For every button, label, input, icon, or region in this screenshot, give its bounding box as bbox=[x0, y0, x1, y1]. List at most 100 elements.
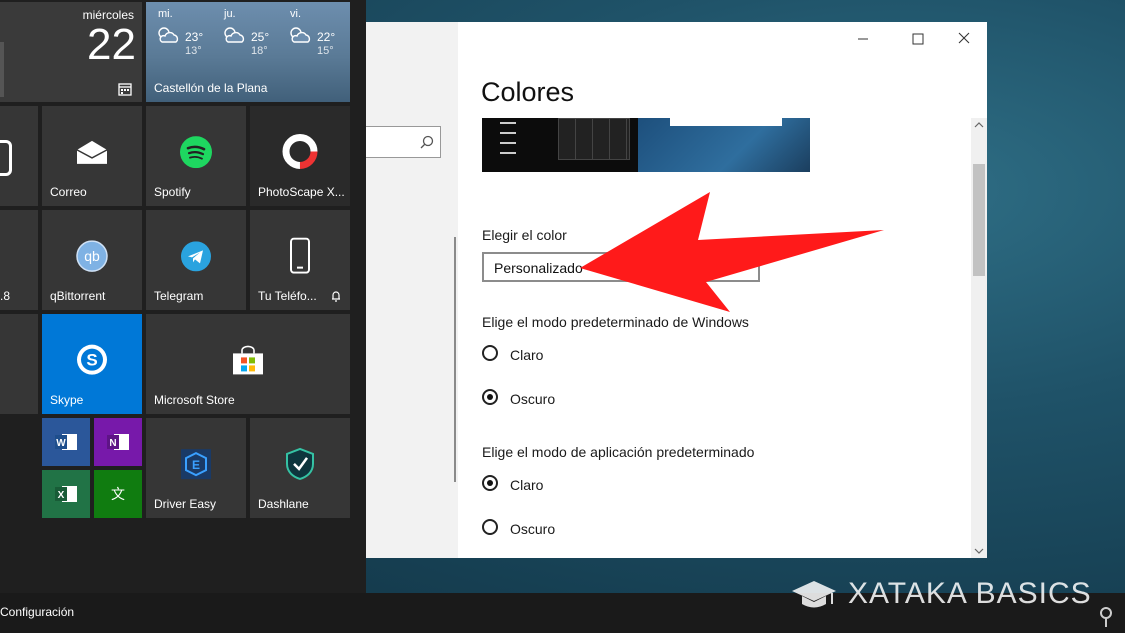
dashlane-icon bbox=[286, 447, 314, 480]
dashlane-tile[interactable]: Dashlane bbox=[250, 418, 350, 518]
svg-text:qb: qb bbox=[84, 248, 100, 264]
partial-tile-left-3[interactable] bbox=[0, 314, 38, 414]
maximize-icon[interactable] bbox=[911, 32, 925, 46]
excel-tile[interactable]: X bbox=[42, 470, 90, 518]
calendar-icon bbox=[118, 83, 132, 96]
photoscape-tile[interactable]: PhotoScape X... bbox=[250, 106, 350, 206]
photoscape-icon bbox=[282, 133, 318, 169]
weather-low: 13° bbox=[185, 45, 202, 57]
app-mode-label: Elige el modo de aplicación predetermina… bbox=[482, 444, 755, 460]
photoscape-label: PhotoScape X... bbox=[258, 185, 345, 199]
windows-mode-claro-label: Claro bbox=[510, 347, 544, 363]
weather-day-1: mi. 23° 13° bbox=[154, 8, 216, 57]
skype-tile[interactable]: S Skype bbox=[42, 314, 142, 414]
spotify-icon bbox=[180, 136, 212, 169]
weather-low: 15° bbox=[317, 45, 334, 57]
settings-label[interactable]: Configuración bbox=[0, 605, 74, 619]
drivereasy-label: Driver Easy bbox=[154, 497, 217, 511]
scroll-down-icon[interactable] bbox=[974, 547, 984, 555]
nav-scroll-indicator[interactable] bbox=[454, 237, 456, 482]
telegram-icon bbox=[181, 241, 211, 272]
graduation-cap-icon bbox=[792, 581, 836, 608]
svg-text:S: S bbox=[86, 351, 97, 370]
translator-icon: 文 bbox=[111, 487, 125, 503]
qbittorrent-icon: qb bbox=[76, 240, 108, 272]
scroll-thumb[interactable] bbox=[973, 164, 985, 276]
svg-text:E: E bbox=[192, 458, 200, 472]
minimize-icon[interactable] bbox=[856, 32, 870, 46]
weather-day-3: vi. 22° 15° bbox=[286, 8, 348, 57]
translator-tile[interactable]: 文 bbox=[94, 470, 142, 518]
word-icon: W bbox=[55, 434, 77, 450]
onenote-tile[interactable]: N bbox=[94, 418, 142, 466]
page-title: Colores bbox=[481, 77, 575, 107]
windows-mode-label: Elige el modo predeterminado de Windows bbox=[482, 314, 749, 330]
calendar-tile[interactable]: miércoles 22 bbox=[0, 2, 142, 102]
search-input[interactable] bbox=[366, 126, 441, 158]
weather-high: 25° bbox=[251, 30, 270, 44]
svg-text:N: N bbox=[109, 438, 116, 449]
correo-tile[interactable]: Correo bbox=[42, 106, 142, 206]
watermark: XATAKA BASICS bbox=[790, 576, 1092, 611]
weather-day-name: ju. bbox=[224, 8, 236, 20]
qbittorrent-tile[interactable]: qb qBittorrent bbox=[42, 210, 142, 310]
weather-high: 23° bbox=[185, 30, 204, 44]
app-mode-claro-label: Claro bbox=[510, 477, 544, 493]
excel-icon: X bbox=[55, 486, 77, 502]
weather-location: Castellón de la Plana bbox=[154, 81, 268, 95]
store-tile[interactable]: Microsoft Store bbox=[146, 314, 350, 414]
svg-text:X: X bbox=[58, 490, 65, 501]
weather-day-name: vi. bbox=[290, 8, 301, 20]
content-scrollbar[interactable] bbox=[971, 118, 987, 558]
scroll-up-icon[interactable] bbox=[974, 121, 984, 129]
start-menu: miércoles 22 mi. 23° 13° ju. 25° 18° vi.… bbox=[0, 0, 366, 593]
weather-low: 18° bbox=[251, 45, 268, 57]
phone-label: Tu Teléfo... bbox=[258, 289, 317, 303]
dashlane-label: Dashlane bbox=[258, 497, 309, 511]
app-mode-oscuro-radio[interactable] bbox=[482, 519, 498, 535]
telegram-label: Telegram bbox=[154, 289, 204, 303]
taskbar-pin-icon bbox=[1100, 607, 1112, 627]
app-mode-claro-radio[interactable] bbox=[482, 475, 498, 491]
weather-day-2: ju. 25° 18° bbox=[220, 8, 282, 57]
correo-label: Correo bbox=[50, 185, 87, 199]
weather-high: 22° bbox=[317, 30, 336, 44]
mail-icon bbox=[76, 140, 108, 164]
close-icon[interactable] bbox=[957, 31, 971, 45]
store-bag-icon bbox=[233, 345, 263, 375]
notification-bell-icon bbox=[332, 291, 340, 302]
skype-icon: S bbox=[77, 344, 107, 375]
onenote-icon: N bbox=[107, 434, 129, 450]
weather-day-name: mi. bbox=[158, 8, 173, 20]
choose-color-label: Elegir el color bbox=[482, 227, 567, 243]
qbittorrent-label: qBittorrent bbox=[50, 289, 106, 303]
calendar-day-number: 22 bbox=[87, 20, 136, 69]
windows-mode-claro-radio[interactable] bbox=[482, 345, 498, 361]
watermark-text: XATAKA BASICS bbox=[848, 577, 1092, 611]
partial-tile-label: .8 bbox=[0, 289, 11, 303]
partly-cloudy-icon bbox=[224, 27, 245, 43]
settings-nav-pane bbox=[366, 22, 458, 558]
weather-tile[interactable]: mi. 23° 13° ju. 25° 18° vi. 22° 15° Cast… bbox=[146, 2, 350, 102]
partial-tile-left-2[interactable]: .8 bbox=[0, 210, 38, 310]
svg-text:W: W bbox=[56, 438, 66, 449]
red-arrow-annotation bbox=[580, 192, 884, 312]
app-mode-oscuro-label: Oscuro bbox=[510, 521, 556, 537]
windows-mode-oscuro-label: Oscuro bbox=[510, 391, 556, 407]
partial-tile-left-1[interactable] bbox=[0, 106, 38, 206]
theme-preview bbox=[482, 118, 810, 172]
svg-text:文: 文 bbox=[111, 487, 125, 503]
partly-cloudy-icon bbox=[158, 27, 179, 43]
search-icon bbox=[420, 135, 434, 149]
phone-icon bbox=[290, 237, 310, 274]
drivereasy-tile[interactable]: E Driver Easy bbox=[146, 418, 246, 518]
spotify-tile[interactable]: Spotify bbox=[146, 106, 246, 206]
phone-tile[interactable]: Tu Teléfo... bbox=[250, 210, 350, 310]
drivereasy-icon: E bbox=[181, 449, 211, 480]
spotify-label: Spotify bbox=[154, 185, 191, 199]
skype-label: Skype bbox=[50, 393, 84, 407]
telegram-tile[interactable]: Telegram bbox=[146, 210, 246, 310]
word-tile[interactable]: W bbox=[42, 418, 90, 466]
partly-cloudy-icon bbox=[290, 27, 311, 43]
windows-mode-oscuro-radio[interactable] bbox=[482, 389, 498, 405]
